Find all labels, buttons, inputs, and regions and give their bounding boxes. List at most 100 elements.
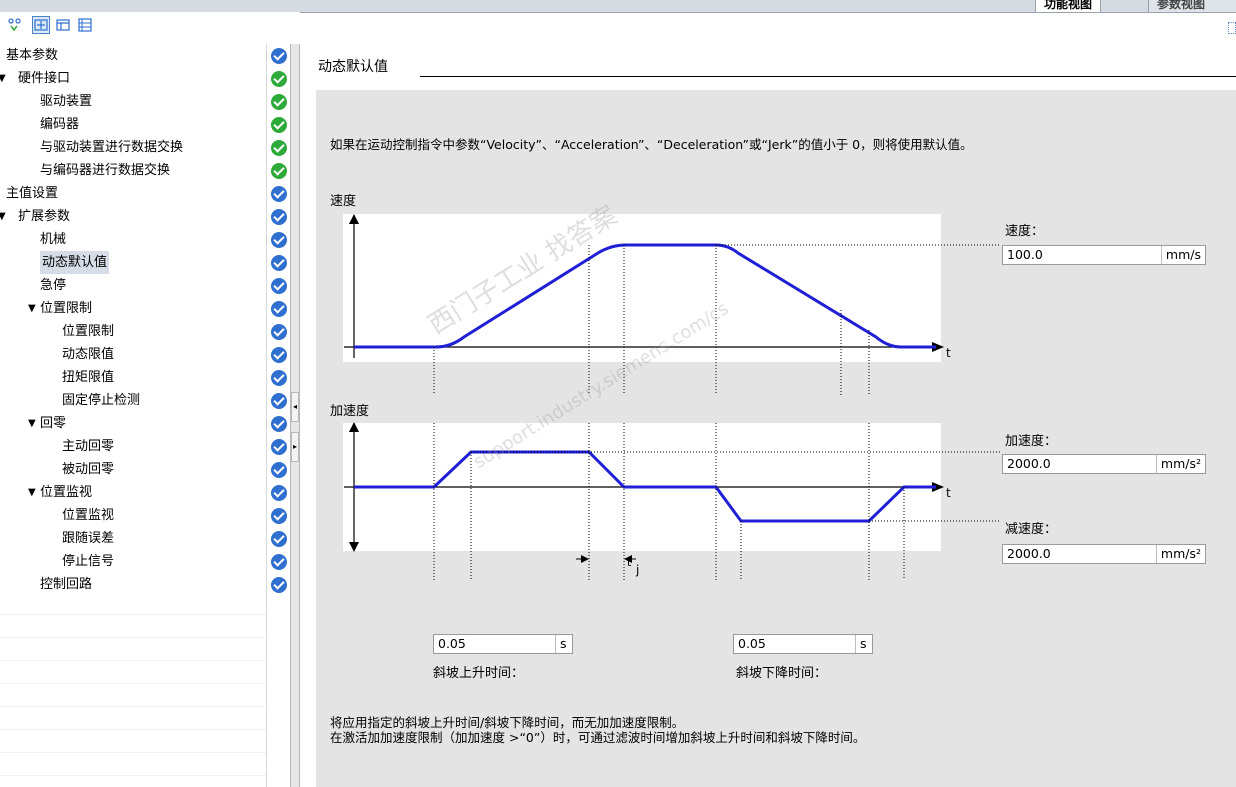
status-check-icon	[271, 416, 287, 432]
tree-item[interactable]: ▼ 位置限制	[0, 297, 266, 320]
tree-item-label: 跟随误差	[62, 531, 115, 546]
acceleration-input[interactable]: 2000.0 mm/s²	[1002, 454, 1206, 474]
status-check-icon	[271, 301, 287, 317]
view-toggle-icon[interactable]	[6, 16, 24, 34]
tree-item[interactable]: ▼ 硬件接口	[0, 67, 266, 90]
navigation-tree: 基本参数 ▼ 硬件接口驱动装置编码器与驱动装置进行数据交换 与编码器进行数据交换主值设…	[0, 44, 290, 787]
velocity-plot-area	[343, 214, 941, 362]
tree-item-label: 停止信号	[62, 554, 115, 569]
status-check-icon	[271, 508, 287, 524]
tree-item[interactable]: ▼ 位置监视	[0, 481, 266, 504]
tree-item[interactable]: ▼ 扩展参数	[0, 205, 266, 228]
ramp-down-time-input[interactable]: 0.05 s	[733, 634, 873, 654]
expand-arrow-icon[interactable]: ▼	[28, 297, 40, 320]
tj-subscript: j	[635, 563, 639, 577]
tree-item-label: 位置监视	[62, 508, 115, 523]
list-view-icon[interactable]	[76, 16, 94, 34]
tree-item-label: 编码器	[40, 117, 80, 132]
status-check-icon	[271, 140, 287, 156]
tree-item-label: 与编码器进行数据交换	[40, 163, 171, 178]
tree-item-label: 主值设置	[6, 186, 59, 201]
deceleration-input[interactable]: 2000.0 mm/s²	[1002, 544, 1206, 564]
tree-item-label: 驱动装置	[40, 94, 93, 109]
expand-right-arrow-icon[interactable]: ▸	[291, 432, 299, 462]
ramp-up-time-label: 斜坡上升时间：	[433, 666, 525, 681]
status-check-icon	[271, 94, 287, 110]
tree-item[interactable]: 驱动装置	[0, 90, 266, 113]
tree-item[interactable]: 编码器	[0, 113, 266, 136]
tree-item[interactable]: 位置限制	[0, 320, 266, 343]
tree-item-label: 控制回路	[40, 577, 93, 592]
tree-item[interactable]: 主值设置	[0, 182, 266, 205]
expand-arrow-icon[interactable]: ▼	[28, 412, 40, 435]
status-check-icon	[271, 71, 287, 87]
status-check-icon	[271, 393, 287, 409]
tree-item-label: 位置限制	[62, 324, 115, 339]
tree-item[interactable]: 基本参数	[0, 44, 266, 67]
tree-item-label: 基本参数	[6, 48, 59, 63]
tree-item[interactable]: 机械	[0, 228, 266, 251]
tree-item-label: 位置限制	[40, 301, 93, 316]
tree-item[interactable]: 跟随误差	[0, 527, 266, 550]
tj-label: t	[627, 556, 632, 569]
expand-arrow-icon[interactable]: ▼	[0, 67, 10, 90]
tree-item-label: 动态限值	[62, 347, 115, 362]
tree-item[interactable]: 急停	[0, 274, 266, 297]
empty-row-separator	[0, 660, 266, 661]
tree-item[interactable]: 被动回零	[0, 458, 266, 481]
tab-parameter-view[interactable]: 参数视图	[1148, 0, 1236, 12]
tree-item-label: 急停	[40, 278, 67, 293]
tree-item[interactable]: 控制回路	[0, 573, 266, 596]
tree-item[interactable]: 固定停止检测	[0, 389, 266, 412]
footer-note-line1: 将应用指定的斜坡上升时间/斜坡下降时间，而无加加速度限制。	[330, 715, 685, 730]
tree-item-label: 回零	[40, 416, 67, 431]
tree-item[interactable]: 动态默认值	[0, 251, 266, 274]
status-check-icon	[271, 370, 287, 386]
empty-row-separator	[0, 683, 266, 684]
ramp-up-time-input[interactable]: 0.05 s	[433, 634, 573, 654]
velocity-t-axis-label: t	[946, 346, 951, 360]
tree-item-label: 硬件接口	[18, 71, 71, 86]
tree-item-label: 动态默认值	[40, 251, 110, 274]
tree-item[interactable]: 扭矩限值	[0, 366, 266, 389]
tree-item[interactable]: 动态限值	[0, 343, 266, 366]
main-header	[300, 44, 1236, 90]
velocity-input[interactable]: 100.0 mm/s	[1002, 245, 1206, 265]
motion-profile-diagram: t t t j	[343, 214, 1001, 580]
status-check-icon	[271, 554, 287, 570]
collapse-left-arrow-icon[interactable]: ◂	[291, 392, 299, 422]
velocity-field-label: 速度：	[1005, 224, 1045, 239]
section-title: 动态默认值	[318, 59, 388, 75]
tree-item[interactable]: 与编码器进行数据交换	[0, 159, 266, 182]
expand-all-icon[interactable]	[32, 16, 50, 34]
options-icon[interactable]	[1228, 22, 1236, 34]
tree-item[interactable]: 停止信号	[0, 550, 266, 573]
status-check-icon	[271, 48, 287, 64]
tree-item[interactable]: ▼ 回零	[0, 412, 266, 435]
tab-function-view[interactable]: 功能视图	[1035, 0, 1102, 12]
footer-note-line2: 在激活加加速度限制（加加速度 >“0”）时，可通过滤波时间增加斜坡上升时间和斜坡…	[330, 730, 866, 745]
status-check-icon	[271, 347, 287, 363]
status-check-icon	[271, 255, 287, 271]
section-divider	[420, 76, 1236, 77]
collapse-all-icon[interactable]	[54, 16, 72, 34]
tree-item[interactable]: 与驱动装置进行数据交换	[0, 136, 266, 159]
expand-arrow-icon[interactable]: ▼	[0, 205, 10, 228]
empty-row-separator	[0, 637, 266, 638]
empty-row-separator	[0, 614, 266, 615]
tree-item-label: 与驱动装置进行数据交换	[40, 140, 184, 155]
status-check-icon	[271, 577, 287, 593]
status-check-icon	[271, 186, 287, 202]
tree-item[interactable]: 主动回零	[0, 435, 266, 458]
status-check-icon	[271, 117, 287, 133]
status-check-icon	[271, 485, 287, 501]
tree-item-label: 扭矩限值	[62, 370, 115, 385]
accel-t-axis-label: t	[946, 486, 951, 500]
tree-item-label: 扩展参数	[18, 209, 71, 224]
tree-item[interactable]: 位置监视	[0, 504, 266, 527]
expand-arrow-icon[interactable]: ▼	[28, 481, 40, 504]
status-check-icon	[271, 439, 287, 455]
deceleration-field-label: 减速度：	[1005, 522, 1058, 537]
status-check-icon	[271, 232, 287, 248]
empty-row-separator	[0, 706, 266, 707]
